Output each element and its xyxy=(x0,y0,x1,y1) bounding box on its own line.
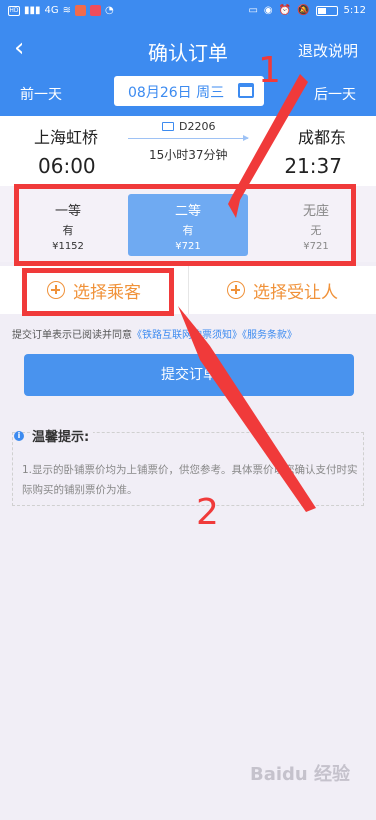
annotation-number-2: 2 xyxy=(196,492,219,533)
annotation-arrow-2 xyxy=(178,306,316,512)
annotation-arrow-1 xyxy=(228,74,308,218)
baidu-watermark: Baidu 经验 xyxy=(249,764,350,785)
annotation-number-1: 1 xyxy=(258,50,281,91)
annotation-arrows xyxy=(178,74,316,512)
